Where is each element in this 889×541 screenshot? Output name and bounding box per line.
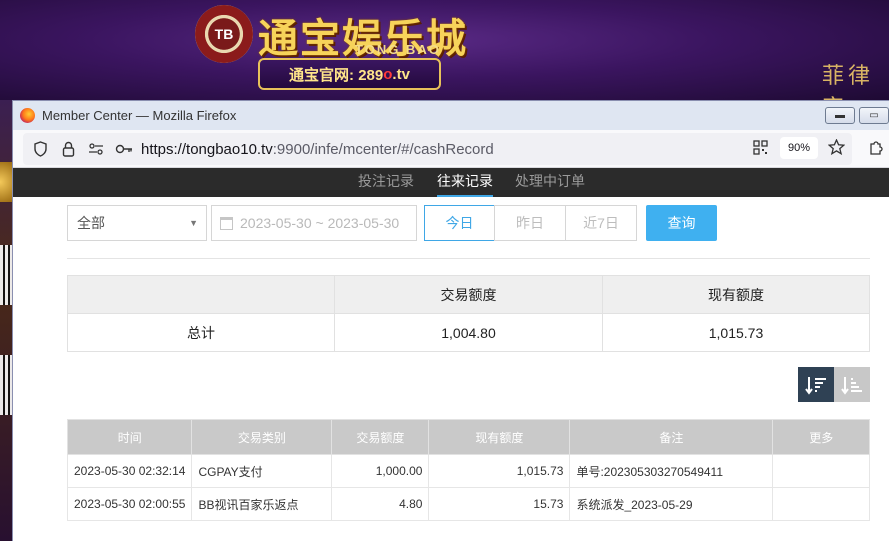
yesterday-button[interactable]: 昨日 (494, 205, 566, 241)
maximize-button[interactable]: ▭ (859, 107, 889, 124)
divider (67, 258, 870, 259)
window-title: Member Center — Mozilla Firefox (42, 108, 237, 123)
lock-icon[interactable] (57, 138, 79, 160)
official-site-badge[interactable]: 通宝官网: 289 o .tv (258, 58, 441, 90)
query-button[interactable]: 查询 (646, 205, 717, 241)
col-type: 交易类别 (191, 419, 333, 455)
summary-trade-total: 1,004.80 (334, 313, 603, 352)
cell-more[interactable] (772, 454, 870, 488)
summary-table: 交易额度 现有额度 总计 1,004.80 1,015.73 (67, 275, 870, 352)
summary-header-trade: 交易额度 (334, 275, 603, 314)
date-range-value: 2023-05-30 ~ 2023-05-30 (240, 215, 400, 231)
today-button[interactable]: 今日 (424, 205, 495, 241)
col-more: 更多 (772, 419, 870, 455)
official-prefix: 通宝官网: 289 (289, 66, 384, 84)
zoom-level-button[interactable]: 90% (780, 137, 818, 159)
site-banner: TB 通宝娱乐城 TONG BAO 通宝官网: 289o.tv 菲律宾 (0, 0, 889, 100)
cell-time: 2023-05-30 02:32:14 (66, 454, 193, 488)
background-side-strip (0, 100, 12, 541)
bookmark-star-icon[interactable] (825, 136, 847, 158)
tab-bet-records[interactable]: 投注记录 (358, 168, 414, 197)
cell-type: BB视讯百家乐返点 (191, 487, 333, 521)
last-7-days-button[interactable]: 近7日 (565, 205, 637, 241)
official-suffix: .tv (392, 65, 410, 83)
extensions-icon[interactable] (865, 136, 887, 158)
url-text[interactable]: https://tongbao10.tv:9900/infe/mcenter/#… (141, 141, 494, 158)
date-range-input[interactable]: 2023-05-30 ~ 2023-05-30 (211, 205, 417, 241)
cell-type: CGPAY支付 (191, 454, 333, 488)
minimize-button[interactable]: ▬ (825, 107, 855, 124)
cell-remark: 系统派发_2023-05-29 (569, 487, 774, 521)
main-content: 全部 ▼ 2023-05-30 ~ 2023-05-30 今日 昨日 近7日 查… (13, 197, 889, 541)
cell-balance: 1,015.73 (428, 454, 571, 488)
firefox-icon (20, 108, 35, 123)
col-remark: 备注 (569, 419, 774, 455)
tab-pending-orders[interactable]: 处理中订单 (515, 168, 585, 197)
col-balance: 现有额度 (428, 419, 571, 455)
logo-chip-icon: TB (195, 5, 253, 63)
url-host: https://tongbao10.tv (141, 140, 273, 158)
shield-icon[interactable] (29, 138, 51, 160)
qr-code-icon (0, 355, 12, 415)
url-field[interactable]: https://tongbao10.tv:9900/infe/mcenter/#… (23, 133, 852, 165)
col-time: 时间 (66, 419, 193, 455)
tab-cash-records[interactable]: 往来记录 (437, 168, 493, 197)
logo-subtitle: TONG BAO (355, 42, 441, 57)
table-row: 2023-05-30 02:32:14 CGPAY支付 1,000.00 1,0… (66, 454, 870, 488)
table-row: 2023-05-30 02:00:55 BB视讯百家乐返点 4.80 15.73… (66, 487, 870, 521)
chevron-down-icon: ▼ (189, 218, 198, 228)
qr-code-icon[interactable] (749, 136, 771, 158)
cell-remark: 单号:202305303270549411 (569, 454, 774, 488)
cell-more[interactable] (772, 487, 870, 521)
records-table: 时间 交易类别 交易额度 现有额度 备注 更多 2023-05-30 02:32… (66, 419, 870, 521)
col-amount: 交易额度 (331, 419, 430, 455)
summary-total-label: 总计 (67, 313, 335, 352)
navigation-toolbar: https://tongbao10.tv:9900/infe/mcenter/#… (13, 130, 889, 168)
official-red-letter: o (383, 65, 393, 83)
summary-header-balance: 现有额度 (602, 275, 870, 314)
type-select[interactable]: 全部 ▼ (67, 205, 207, 241)
summary-header-blank (67, 275, 335, 314)
key-icon[interactable] (113, 138, 135, 160)
coin-icon (0, 162, 12, 202)
cell-balance: 15.73 (428, 487, 571, 521)
type-select-value: 全部 (77, 215, 105, 231)
summary-balance-total: 1,015.73 (602, 313, 870, 352)
cell-amount: 4.80 (331, 487, 430, 521)
banner-deco-text: 菲律宾 (822, 64, 875, 100)
site-tabs: 投注记录 往来记录 处理中订单 (13, 168, 889, 197)
qr-code-icon (0, 245, 12, 305)
calendar-icon (220, 217, 233, 230)
permissions-icon[interactable] (85, 138, 107, 160)
cell-amount: 1,000.00 (331, 454, 430, 488)
sort-descending-icon[interactable] (798, 367, 834, 402)
url-path: :9900/infe/mcenter/#/cashRecord (272, 140, 494, 158)
cell-time: 2023-05-30 02:00:55 (66, 487, 193, 521)
browser-window: Member Center — Mozilla Firefox ▬ ▭ http… (12, 100, 889, 541)
title-bar: Member Center — Mozilla Firefox ▬ ▭ (13, 101, 889, 130)
sort-ascending-icon[interactable] (834, 367, 870, 402)
